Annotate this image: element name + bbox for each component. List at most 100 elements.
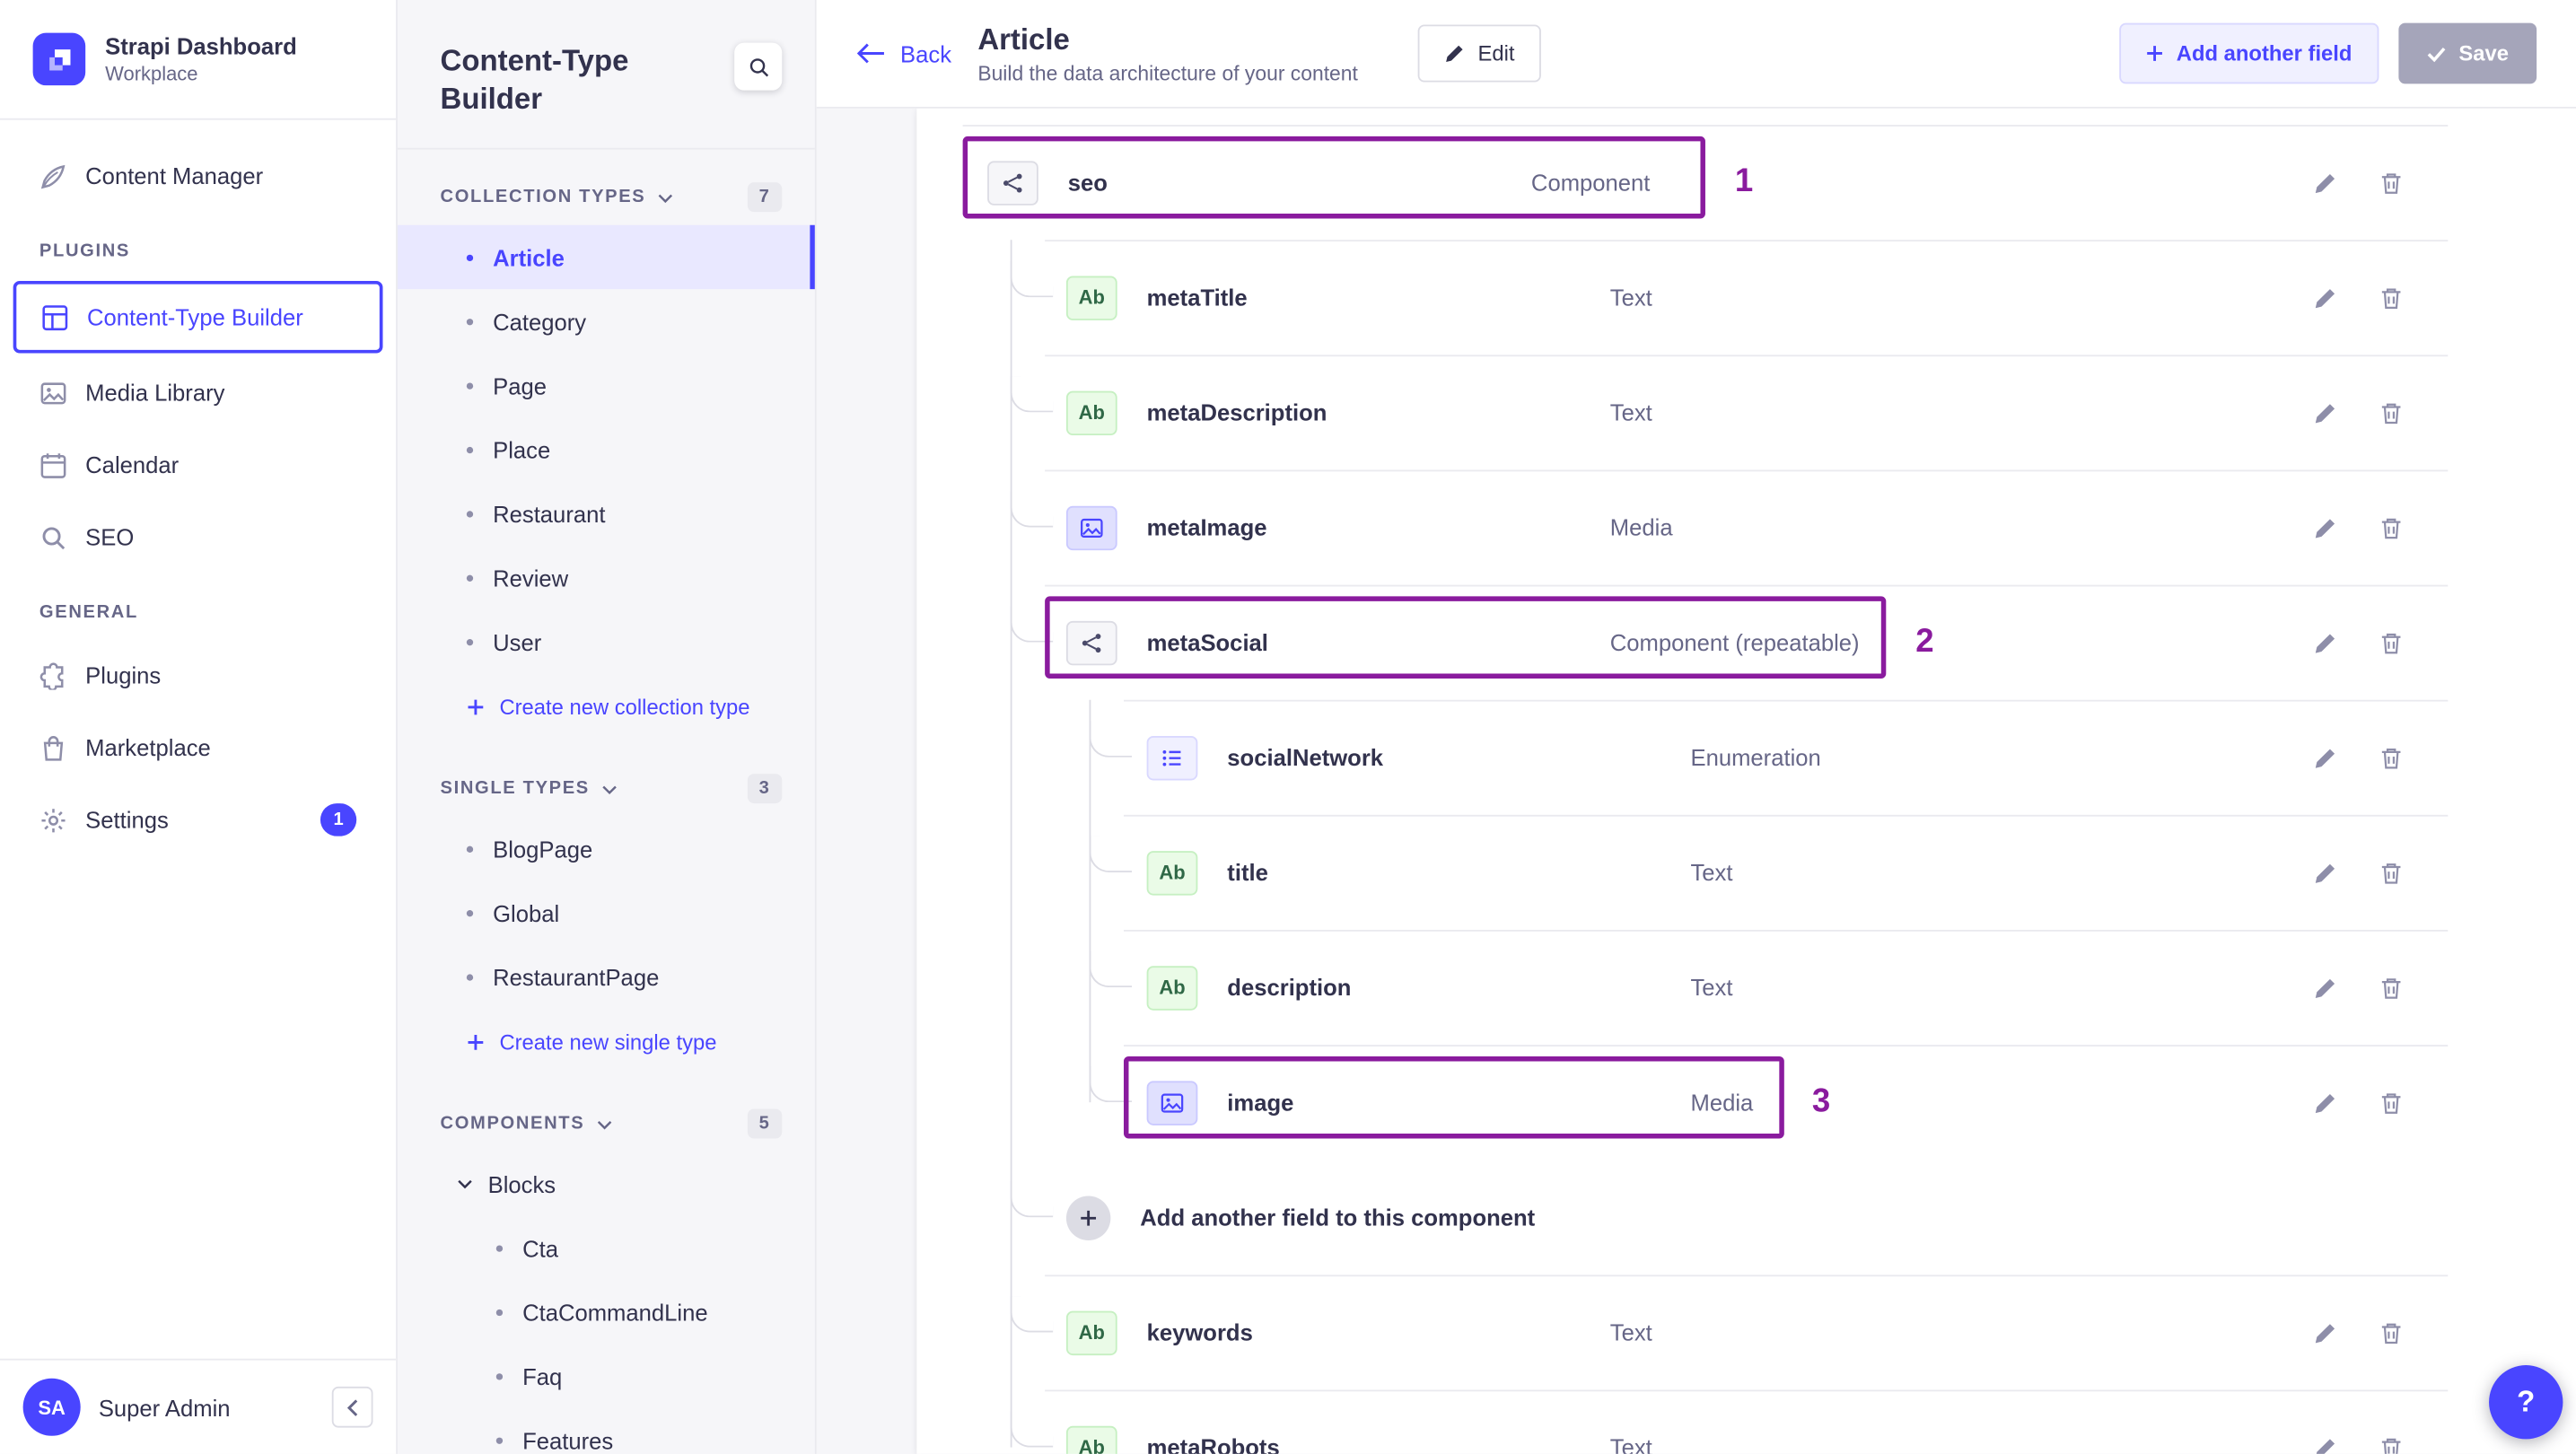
collection-types-count: 7 xyxy=(747,182,783,213)
page-header: Back Article Build the data architecture… xyxy=(816,0,2576,109)
screen: Strapi Dashboard Workplace Content Manag… xyxy=(0,0,2576,1454)
collection-types-header[interactable]: COLLECTION TYPES 7 xyxy=(441,182,783,213)
component-features[interactable]: Features xyxy=(398,1408,815,1454)
row-separator xyxy=(1045,1274,2449,1277)
bullet-icon xyxy=(495,1372,504,1380)
back-button[interactable]: Back xyxy=(856,40,951,66)
delete-field-button[interactable] xyxy=(2376,742,2405,772)
field-type: Text xyxy=(1690,974,1733,1001)
edit-field-button[interactable] xyxy=(2310,627,2340,657)
brand-title: Strapi Dashboard xyxy=(105,32,297,59)
row-separator xyxy=(1045,240,2449,242)
sidebar-item-marketplace[interactable]: Marketplace xyxy=(0,712,396,784)
edit-field-button[interactable] xyxy=(2310,168,2340,197)
field-type: Media xyxy=(1690,1089,1754,1116)
edit-field-button[interactable] xyxy=(2310,1318,2340,1347)
edit-field-button[interactable] xyxy=(2310,283,2340,312)
sidebar-item-seo[interactable]: SEO xyxy=(0,501,396,574)
media-field-icon xyxy=(1146,1080,1198,1125)
sidebar-item-media-library[interactable]: Media Library xyxy=(0,356,396,429)
delete-field-button[interactable] xyxy=(2376,973,2405,1003)
search-content-types-button[interactable] xyxy=(734,42,783,91)
create-collection-type-link[interactable]: Create new collection type xyxy=(398,674,815,741)
row-separator xyxy=(1123,1045,2449,1047)
field-type: Component (repeatable) xyxy=(1609,629,1860,656)
delete-field-button[interactable] xyxy=(2376,168,2405,197)
component-group-blocks[interactable]: Blocks xyxy=(398,1152,815,1215)
type-label: Features xyxy=(522,1426,614,1454)
sidebar-item-settings[interactable]: Settings 1 xyxy=(0,784,396,856)
avatar[interactable]: SA xyxy=(22,1378,81,1436)
sidebar-item-label: Content Manager xyxy=(85,162,264,189)
picture-icon xyxy=(39,379,67,407)
component-faq[interactable]: Faq xyxy=(398,1344,815,1407)
field-name: title xyxy=(1227,859,1268,886)
collection-type-user[interactable]: User xyxy=(398,609,815,673)
divider xyxy=(397,147,815,150)
type-label: Article xyxy=(493,243,565,271)
add-field-to-component-row[interactable]: Add another field to this component xyxy=(916,1160,2576,1274)
component-ctacommandline[interactable]: CtaCommandLine xyxy=(398,1280,815,1344)
field-name: metaRobots xyxy=(1146,1433,1280,1454)
create-link-label: Create new single type xyxy=(499,1029,717,1055)
chevron-down-icon xyxy=(596,1118,612,1130)
delete-field-button[interactable] xyxy=(2376,283,2405,312)
components-header[interactable]: COMPONENTS 5 xyxy=(441,1108,783,1139)
collection-type-review[interactable]: Review xyxy=(398,546,815,609)
annotation-number-3: 3 xyxy=(1811,1083,1831,1120)
collection-type-article[interactable]: Article xyxy=(397,224,815,290)
plus-icon xyxy=(467,698,485,716)
collection-type-page[interactable]: Page xyxy=(398,354,815,417)
delete-field-button[interactable] xyxy=(2376,627,2405,657)
sidebar-item-calendar[interactable]: Calendar xyxy=(0,429,396,502)
field-name: image xyxy=(1227,1089,1294,1116)
add-another-field-button[interactable]: Add another field xyxy=(2118,22,2379,84)
delete-field-button[interactable] xyxy=(2376,1432,2405,1454)
sidebar-item-content-type-builder[interactable]: Content-Type Builder xyxy=(13,280,383,354)
field-name: socialNetwork xyxy=(1227,744,1384,771)
single-type-blogpage[interactable]: BlogPage xyxy=(398,817,815,880)
collection-type-category[interactable]: Category xyxy=(398,289,815,353)
edit-label: Edit xyxy=(1477,40,1515,66)
sidebar-item-plugins[interactable]: Plugins xyxy=(0,639,396,712)
field-row-socialnetwork: socialNetwork Enumeration xyxy=(916,699,2576,815)
field-row-keywords: Ab keywords Text xyxy=(916,1274,2576,1389)
create-single-type-link[interactable]: Create new single type xyxy=(398,1009,815,1076)
sidebar-item-content-manager[interactable]: Content Manager xyxy=(0,140,396,213)
component-cta[interactable]: Cta xyxy=(398,1216,815,1280)
single-type-restaurantpage[interactable]: RestaurantPage xyxy=(398,945,815,1009)
single-type-global[interactable]: Global xyxy=(398,880,815,944)
edit-field-button[interactable] xyxy=(2310,398,2340,427)
delete-field-button[interactable] xyxy=(2376,1088,2405,1117)
single-types-header[interactable]: SINGLE TYPES 3 xyxy=(440,774,783,804)
edit-field-button[interactable] xyxy=(2310,512,2340,542)
delete-field-button[interactable] xyxy=(2376,512,2405,542)
field-type: Text xyxy=(1609,399,1652,426)
help-button[interactable]: ? xyxy=(2489,1365,2563,1440)
field-row-metaimage: metaImage Media xyxy=(916,469,2576,584)
single-types-count: 3 xyxy=(747,774,783,804)
collapse-sidebar-button[interactable] xyxy=(331,1386,373,1428)
bullet-icon xyxy=(466,973,474,980)
back-arrow-icon xyxy=(856,43,886,65)
field-row-image: image Media 3 xyxy=(916,1045,2576,1160)
bullet-icon xyxy=(466,845,474,853)
collection-type-place[interactable]: Place xyxy=(398,417,815,481)
edit-button[interactable]: Edit xyxy=(1416,24,1541,83)
bullet-icon xyxy=(466,446,474,453)
edit-field-button[interactable] xyxy=(2310,857,2340,887)
edit-field-button[interactable] xyxy=(2310,1432,2340,1454)
type-label: Faq xyxy=(522,1362,563,1389)
edit-field-button[interactable] xyxy=(2310,973,2340,1003)
bullet-icon xyxy=(466,318,474,325)
bullet-icon xyxy=(466,574,474,582)
edit-field-button[interactable] xyxy=(2310,742,2340,772)
edit-field-button[interactable] xyxy=(2310,1088,2340,1117)
single-types-label: SINGLE TYPES xyxy=(440,778,590,799)
delete-field-button[interactable] xyxy=(2376,398,2405,427)
delete-field-button[interactable] xyxy=(2376,857,2405,887)
save-button[interactable]: Save xyxy=(2397,22,2537,84)
delete-field-button[interactable] xyxy=(2376,1318,2405,1347)
collection-type-restaurant[interactable]: Restaurant xyxy=(398,481,815,545)
row-separator xyxy=(1045,1389,2449,1392)
